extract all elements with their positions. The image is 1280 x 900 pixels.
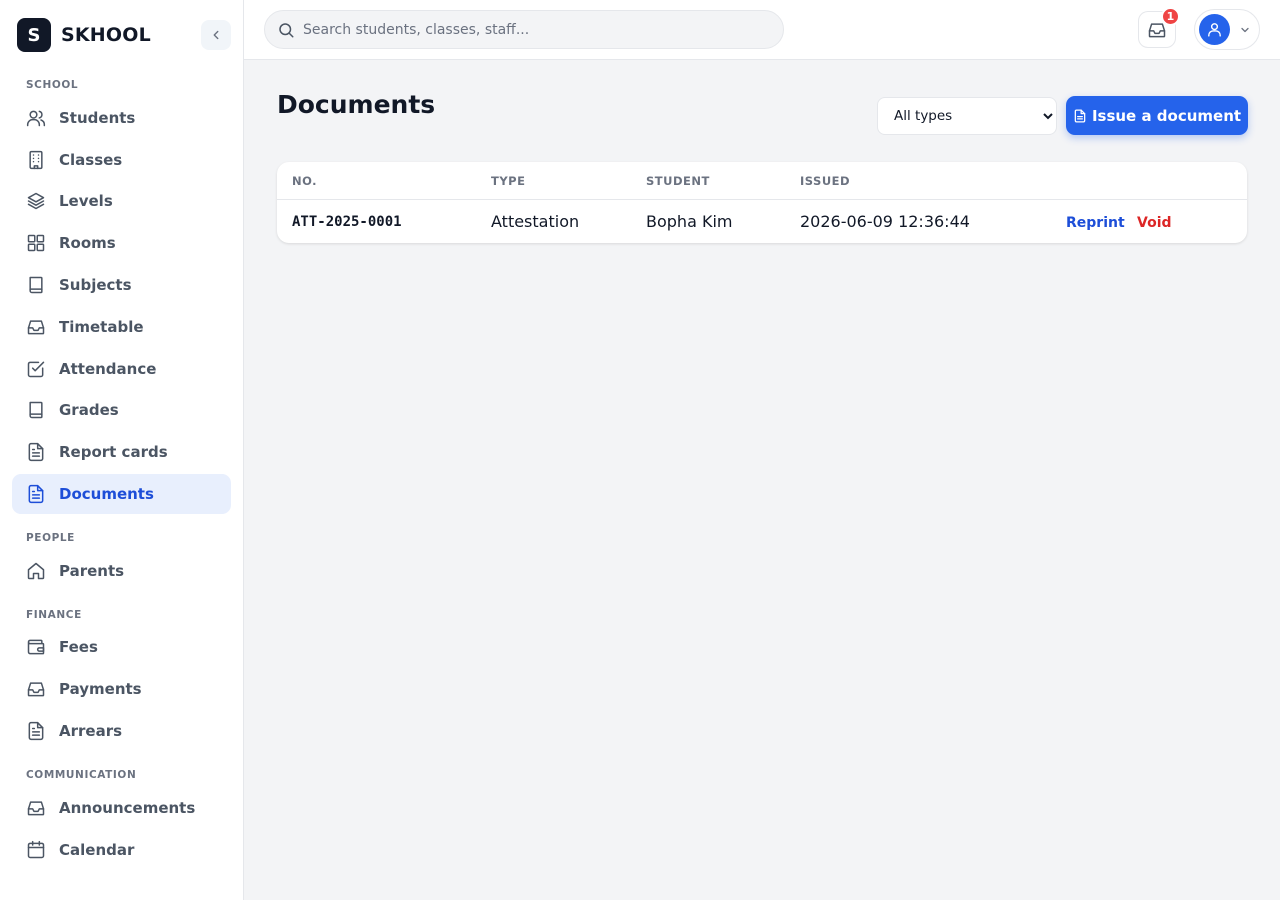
sidebar-item-label: Report cards xyxy=(59,443,168,461)
type-filter-select[interactable]: All types xyxy=(877,97,1057,135)
sidebar-item-attendance[interactable]: Attendance xyxy=(12,349,231,389)
app-logo: S xyxy=(17,18,51,52)
sidebar-item-label: Payments xyxy=(59,680,142,698)
document-number: ATT-2025-0001 xyxy=(292,214,402,230)
document-type: Attestation xyxy=(491,212,580,231)
sidebar-item-label: Documents xyxy=(59,485,154,503)
calendar-icon xyxy=(26,840,46,860)
sidebar-item-label: Subjects xyxy=(59,276,132,294)
documents-table: NO. TYPE STUDENT ISSUED ATT-2025-0001 At… xyxy=(277,162,1247,243)
brand[interactable]: S SKHOOL xyxy=(17,18,151,52)
check-square-icon xyxy=(26,359,46,379)
sidebar-item-label: Parents xyxy=(59,562,125,580)
user-icon xyxy=(1208,23,1221,37)
inbox-icon xyxy=(26,679,46,699)
void-link[interactable]: Void xyxy=(1137,215,1172,231)
sidebar-item-label: Levels xyxy=(59,192,113,210)
sidebar-item-label: Arrears xyxy=(59,722,123,740)
chevron-left-icon xyxy=(213,30,219,40)
sidebar-item-announcements[interactable]: Announcements xyxy=(12,788,231,828)
file-text-icon xyxy=(26,484,46,504)
sidebar-item-report-cards[interactable]: Report cards xyxy=(12,432,231,472)
building-icon xyxy=(26,150,46,170)
collapse-sidebar-button[interactable] xyxy=(201,20,231,50)
sidebar-item-students[interactable]: Students xyxy=(12,98,231,138)
book-icon xyxy=(26,400,46,420)
sidebar-item-label: Students xyxy=(59,109,136,127)
sidebar-item-label: Announcements xyxy=(59,799,196,817)
issued-at: 2026-06-09 12:36:44 xyxy=(800,212,970,231)
layers-icon xyxy=(26,191,46,211)
sidebar-item-timetable[interactable]: Timetable xyxy=(12,307,231,347)
app-name: SKHOOL xyxy=(61,24,151,46)
sidebar-item-payments[interactable]: Payments xyxy=(12,669,231,709)
sidebar-item-label: Fees xyxy=(59,638,98,656)
sidebar-item-label: Attendance xyxy=(59,360,157,378)
book-icon xyxy=(26,275,46,295)
sidebar-item-levels[interactable]: Levels xyxy=(12,181,231,221)
sidebar-item-label: Rooms xyxy=(59,234,116,252)
sidebar-item-rooms[interactable]: Rooms xyxy=(12,223,231,263)
search-input[interactable] xyxy=(303,21,773,38)
sidebar-item-fees[interactable]: Fees xyxy=(12,627,231,667)
sidebar-item-label: Grades xyxy=(59,401,119,419)
section-label-finance: FINANCE xyxy=(26,609,82,621)
reprint-link[interactable]: Reprint xyxy=(1066,215,1125,231)
page-title: Documents xyxy=(277,90,436,119)
users-icon xyxy=(26,108,46,128)
table-header: NO. TYPE STUDENT ISSUED xyxy=(277,162,1247,200)
column-header-type: TYPE xyxy=(491,174,526,188)
table-row: ATT-2025-0001 Attestation Bopha Kim 2026… xyxy=(277,200,1247,243)
inbox-icon xyxy=(26,317,46,337)
sidebar-item-label: Calendar xyxy=(59,841,135,859)
issue-document-button[interactable]: Issue a document xyxy=(1066,96,1248,135)
grid-icon xyxy=(26,233,46,253)
sidebar-item-classes[interactable]: Classes xyxy=(12,140,231,180)
column-header-no: NO. xyxy=(292,174,318,188)
home-icon xyxy=(26,561,46,581)
column-header-issued: ISSUED xyxy=(800,174,851,188)
file-text-icon xyxy=(1073,109,1087,123)
sidebar: S SKHOOL SCHOOL Students Classes Levels … xyxy=(0,0,244,900)
section-label-people: PEOPLE xyxy=(26,532,75,544)
wallet-icon xyxy=(26,637,46,657)
search-icon xyxy=(279,22,294,37)
issue-document-label: Issue a document xyxy=(1091,106,1242,125)
file-text-icon xyxy=(26,442,46,462)
sidebar-item-calendar[interactable]: Calendar xyxy=(12,830,231,870)
sidebar-item-label: Timetable xyxy=(59,318,144,336)
sidebar-item-arrears[interactable]: Arrears xyxy=(12,711,231,751)
sidebar-item-subjects[interactable]: Subjects xyxy=(12,265,231,305)
search-bar[interactable] xyxy=(264,10,784,49)
inbox-icon xyxy=(26,798,46,818)
chevron-down-icon xyxy=(1239,24,1251,36)
file-text-icon xyxy=(26,721,46,741)
student-name: Bopha Kim xyxy=(646,212,733,231)
user-menu-button[interactable] xyxy=(1194,9,1260,50)
topbar: 1 xyxy=(244,0,1280,60)
avatar xyxy=(1199,14,1230,45)
section-label-communication: COMMUNICATION xyxy=(26,769,137,781)
column-header-student: STUDENT xyxy=(646,174,710,188)
section-label-school: SCHOOL xyxy=(26,79,79,91)
sidebar-item-documents[interactable]: Documents xyxy=(12,474,231,514)
sidebar-item-label: Classes xyxy=(59,151,123,169)
sidebar-item-grades[interactable]: Grades xyxy=(12,390,231,430)
notification-badge: 1 xyxy=(1161,7,1180,26)
sidebar-item-parents[interactable]: Parents xyxy=(12,551,231,591)
